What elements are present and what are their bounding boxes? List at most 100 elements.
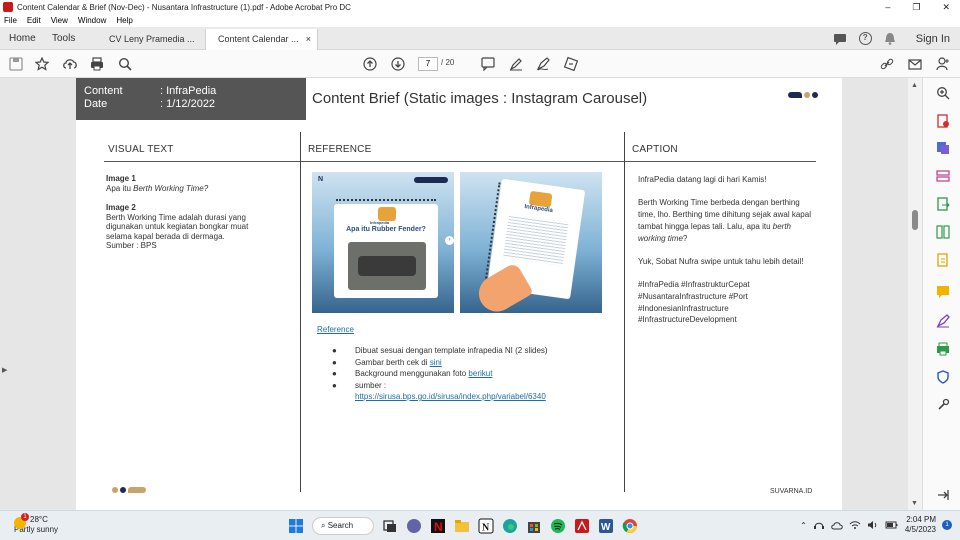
taskbar-search[interactable]: ⌕ Search — [312, 517, 374, 535]
page-number-input[interactable]: 7 — [418, 57, 438, 71]
berikut-link[interactable]: berikut — [468, 369, 492, 378]
export-icon[interactable] — [936, 197, 950, 211]
tab-close-icon[interactable]: × — [306, 29, 311, 50]
menu-window[interactable]: Window — [78, 16, 106, 25]
teams-chat-icon[interactable] — [406, 518, 422, 534]
wifi-icon[interactable] — [849, 520, 861, 530]
scroll-up-icon[interactable]: ▲ — [911, 82, 918, 89]
organize-pages-icon[interactable] — [936, 225, 950, 239]
document-viewport[interactable]: ▶ Content : InfraPedia Date : 1/12/2022 … — [0, 78, 908, 510]
bell-icon[interactable] — [884, 32, 896, 45]
word-icon[interactable]: W — [598, 518, 614, 534]
bps-source-link[interactable]: https://sirusa.bps.go.id/sirusa/index.ph… — [355, 392, 546, 401]
notion-icon[interactable]: N — [478, 518, 494, 534]
collapse-pane-icon[interactable] — [936, 488, 950, 502]
scroll-down-icon[interactable]: ▼ — [911, 500, 918, 507]
image2-label: Image 2 — [106, 203, 136, 212]
export-pdf-icon[interactable] — [936, 114, 950, 128]
next-page-icon[interactable] — [391, 57, 405, 71]
share-link-icon[interactable] — [880, 57, 894, 71]
expand-left-panel-icon[interactable]: ▶ — [2, 366, 7, 374]
nusantara-logo-icon: N — [318, 176, 324, 183]
menu-edit[interactable]: Edit — [27, 16, 41, 25]
menu-help[interactable]: Help — [116, 16, 132, 25]
edge-browser-icon[interactable] — [502, 518, 518, 534]
pdf-page: Content : InfraPedia Date : 1/12/2022 Co… — [76, 78, 842, 510]
close-window-button[interactable]: ✕ — [942, 0, 950, 14]
headset-icon[interactable] — [813, 520, 825, 530]
list-item: ● Background menggunakan foto berikut — [332, 369, 493, 378]
caption-header: CAPTION — [632, 144, 678, 155]
sini-link[interactable]: sini — [430, 358, 442, 367]
combine-files-icon[interactable] — [936, 253, 950, 267]
clock-date: 4/5/2023 — [904, 525, 936, 534]
onedrive-cloud-icon[interactable] — [831, 520, 843, 530]
clock[interactable]: 2:04 PM 4/5/2023 — [905, 515, 936, 535]
sign-in-button[interactable]: Sign In — [916, 33, 950, 45]
battery-icon[interactable] — [885, 520, 899, 530]
store-icon[interactable] — [526, 518, 542, 534]
more-tools-icon[interactable] — [936, 398, 950, 412]
comment-tool-icon[interactable] — [481, 57, 495, 71]
draw-sign-icon[interactable] — [536, 57, 550, 71]
add-user-icon[interactable] — [936, 57, 950, 71]
page-title: Content Brief (Static images : Instagram… — [312, 90, 648, 107]
tab-content-calendar[interactable]: Content Calendar ... × — [206, 29, 318, 50]
protect-shield-icon[interactable] — [936, 370, 950, 384]
window-controls: – ❐ ✕ — [885, 0, 950, 14]
windows-start-icon[interactable] — [288, 518, 304, 534]
netflix-icon[interactable]: N — [430, 518, 446, 534]
weather-widget[interactable]: 1 28°C Partly sunny — [14, 513, 58, 535]
header-underline — [104, 161, 300, 162]
source-text: Sumber : BPS — [106, 241, 157, 250]
stamp-icon[interactable] — [564, 57, 578, 71]
spiral-binding — [336, 199, 436, 203]
vertical-scrollbar[interactable]: ▲ ▼ — [908, 78, 922, 510]
menu-view[interactable]: View — [51, 16, 68, 25]
edit-pdf-icon[interactable] — [936, 169, 950, 183]
email-icon[interactable] — [908, 57, 922, 71]
weather-alert-badge: 1 — [21, 513, 29, 521]
reference-link[interactable]: Reference — [317, 325, 354, 334]
fill-sign-icon[interactable] — [936, 314, 950, 328]
comment-pane-icon[interactable] — [936, 285, 950, 299]
zoom-search-icon[interactable] — [118, 57, 132, 71]
tab-tools[interactable]: Tools — [52, 27, 75, 50]
notification-badge[interactable]: 1 — [942, 520, 952, 530]
print-production-icon[interactable] — [936, 342, 950, 356]
print-icon[interactable] — [90, 57, 104, 71]
comment-icon[interactable] — [833, 33, 847, 45]
highlight-pen-icon[interactable] — [509, 57, 523, 71]
save-icon[interactable] — [9, 57, 23, 71]
file-explorer-icon[interactable] — [454, 518, 470, 534]
tab-cv-leny[interactable]: CV Leny Pramedia ... — [97, 29, 206, 50]
tab-bar: Home Tools CV Leny Pramedia ... Content … — [0, 27, 960, 50]
tray-overflow-icon[interactable]: ⌃ — [800, 521, 807, 530]
speaker-icon[interactable] — [867, 520, 879, 530]
list-item: ● Gambar berth cek di sini — [332, 357, 442, 367]
minimize-button[interactable]: – — [885, 0, 890, 14]
spotify-icon[interactable] — [550, 518, 566, 534]
tab-home[interactable]: Home — [9, 27, 36, 50]
slide-question: Apa itu Rubber Fender? — [346, 226, 426, 233]
prev-page-icon[interactable] — [363, 57, 377, 71]
create-pdf-icon[interactable] — [936, 141, 950, 155]
image1-label: Image 1 — [106, 174, 136, 183]
help-icon[interactable]: ? — [858, 32, 872, 45]
acrobat-taskbar-icon[interactable] — [574, 518, 590, 534]
date-key: Date — [84, 98, 108, 110]
scroll-thumb[interactable] — [912, 210, 918, 230]
main-toolbar: 7 / 20 — [0, 50, 960, 78]
upload-cloud-icon[interactable] — [63, 57, 77, 71]
menu-file[interactable]: File — [4, 16, 17, 25]
column-divider — [624, 132, 625, 492]
header-actions: ? Sign In — [833, 27, 950, 50]
maximize-button[interactable]: ❐ — [912, 0, 920, 14]
window-title: Content Calendar & Brief (Nov-Dec) - Nus… — [17, 2, 351, 12]
task-view-icon[interactable] — [382, 518, 398, 534]
zoom-in-icon[interactable] — [936, 86, 950, 100]
star-icon[interactable] — [35, 57, 49, 71]
brand-logo-bottom — [112, 487, 146, 493]
list-item: ● Dibuat sesuai dengan template infrapedi… — [332, 346, 548, 355]
chrome-icon[interactable] — [622, 518, 638, 534]
